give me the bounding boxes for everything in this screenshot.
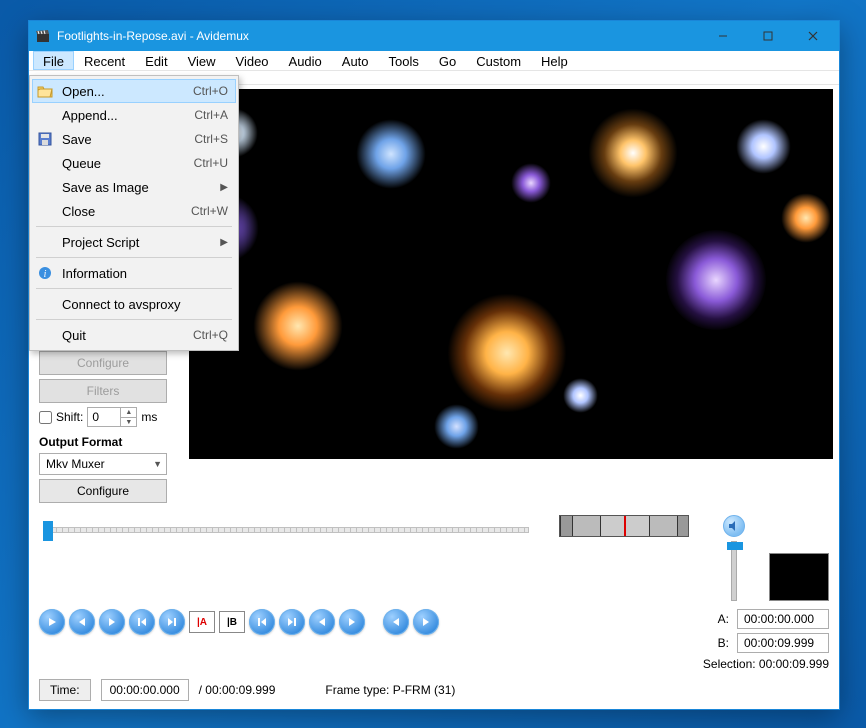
clapper-icon — [35, 28, 51, 44]
minimize-button[interactable] — [700, 21, 745, 51]
menu-queue[interactable]: Queue Ctrl+U — [32, 151, 236, 175]
menu-save[interactable]: Save Ctrl+S — [32, 127, 236, 151]
close-button[interactable] — [790, 21, 835, 51]
next-keyframe-button[interactable] — [159, 609, 185, 635]
maximize-button[interactable] — [745, 21, 790, 51]
window-title: Footlights-in-Repose.avi - Avidemux — [57, 29, 249, 43]
volume-thumb[interactable] — [727, 542, 743, 550]
marker-b-value: 00:00:09.999 — [737, 633, 829, 653]
menu-view[interactable]: View — [178, 51, 226, 70]
chevron-right-icon: ▶ — [220, 237, 228, 248]
menu-video[interactable]: Video — [226, 51, 279, 70]
menu-open[interactable]: Open... Ctrl+O — [32, 79, 236, 103]
menu-close[interactable]: Close Ctrl+W — [32, 199, 236, 223]
audio-filters-button[interactable]: Filters — [39, 379, 167, 403]
video-preview — [189, 89, 833, 459]
output-format-value: Mkv Muxer — [46, 457, 105, 471]
output-format-label: Output Format — [39, 435, 181, 449]
floppy-icon — [36, 130, 54, 148]
info-icon: i — [36, 264, 54, 282]
menu-edit[interactable]: Edit — [135, 51, 177, 70]
goto-marker-a-button[interactable] — [309, 609, 335, 635]
prev-frame-button[interactable] — [69, 609, 95, 635]
folder-open-icon — [36, 82, 54, 100]
marker-b-label: B: — [718, 636, 729, 650]
shift-unit: ms — [141, 410, 157, 424]
menu-save-image[interactable]: Save as Image ▶ — [32, 175, 236, 199]
bottom-panel: |A |B A: 00:00:00.000 B: 00:00:09.999 — [29, 509, 839, 709]
prev-keyframe-button[interactable] — [129, 609, 155, 635]
speaker-icon[interactable] — [723, 515, 745, 537]
volume-slider[interactable] — [731, 541, 737, 601]
menu-separator — [36, 257, 232, 258]
menu-separator — [36, 226, 232, 227]
duration-label: / 00:00:09.999 — [199, 683, 276, 697]
menu-avsproxy[interactable]: Connect to avsproxy — [32, 292, 236, 316]
output-format-combo[interactable]: Mkv Muxer ▼ — [39, 453, 167, 475]
menu-tools[interactable]: Tools — [379, 51, 429, 70]
output-configure-button[interactable]: Configure — [39, 479, 167, 503]
menu-go[interactable]: Go — [429, 51, 466, 70]
time-label-button[interactable]: Time: — [39, 679, 91, 701]
file-dropdown: Open... Ctrl+O Append... Ctrl+A Save Ctr… — [29, 75, 239, 351]
prev-black-frame-button[interactable] — [383, 609, 409, 635]
menu-audio[interactable]: Audio — [279, 51, 332, 70]
set-marker-a-button[interactable]: |A — [189, 611, 215, 633]
menu-quit[interactable]: Quit Ctrl+Q — [32, 323, 236, 347]
menu-file[interactable]: File — [33, 51, 74, 70]
goto-marker-b-button[interactable] — [339, 609, 365, 635]
goto-start-button[interactable] — [249, 609, 275, 635]
next-frame-button[interactable] — [99, 609, 125, 635]
shift-label: Shift: — [56, 410, 83, 424]
shift-spinner[interactable]: 0 ▲▼ — [87, 407, 137, 427]
menu-information[interactable]: i Information — [32, 261, 236, 285]
menu-separator — [36, 319, 232, 320]
goto-end-button[interactable] — [279, 609, 305, 635]
spin-up-icon[interactable]: ▲ — [120, 408, 136, 417]
set-marker-b-button[interactable]: |B — [219, 611, 245, 633]
seek-thumb[interactable] — [43, 521, 53, 541]
menu-help[interactable]: Help — [531, 51, 578, 70]
jog-wheel[interactable] — [559, 515, 689, 537]
menu-custom[interactable]: Custom — [466, 51, 531, 70]
menu-separator — [36, 288, 232, 289]
time-value-input[interactable]: 00:00:00.000 — [101, 679, 189, 701]
seek-bar[interactable] — [39, 515, 529, 543]
thumbnail-preview — [769, 553, 829, 601]
next-black-frame-button[interactable] — [413, 609, 439, 635]
menu-recent[interactable]: Recent — [74, 51, 135, 70]
shift-checkbox[interactable] — [39, 411, 52, 424]
play-button[interactable] — [39, 609, 65, 635]
transport-controls: |A |B — [39, 609, 439, 635]
marker-a-value: 00:00:00.000 — [737, 609, 829, 629]
menu-auto[interactable]: Auto — [332, 51, 379, 70]
chevron-down-icon: ▼ — [153, 459, 162, 469]
titlebar: Footlights-in-Repose.avi - Avidemux — [29, 21, 839, 51]
menu-project-script[interactable]: Project Script ▶ — [32, 230, 236, 254]
chevron-right-icon: ▶ — [220, 182, 228, 193]
menu-append[interactable]: Append... Ctrl+A — [32, 103, 236, 127]
spin-down-icon[interactable]: ▼ — [120, 417, 136, 426]
audio-configure-button[interactable]: Configure — [39, 351, 167, 375]
frametype-label: Frame type: P-FRM (31) — [325, 683, 455, 697]
selection-label: Selection: 00:00:09.999 — [703, 657, 829, 671]
shift-value: 0 — [88, 410, 120, 424]
svg-text:i: i — [44, 269, 47, 280]
marker-a-label: A: — [718, 612, 729, 626]
menubar: File Recent Edit View Video Audio Auto T… — [29, 51, 839, 71]
